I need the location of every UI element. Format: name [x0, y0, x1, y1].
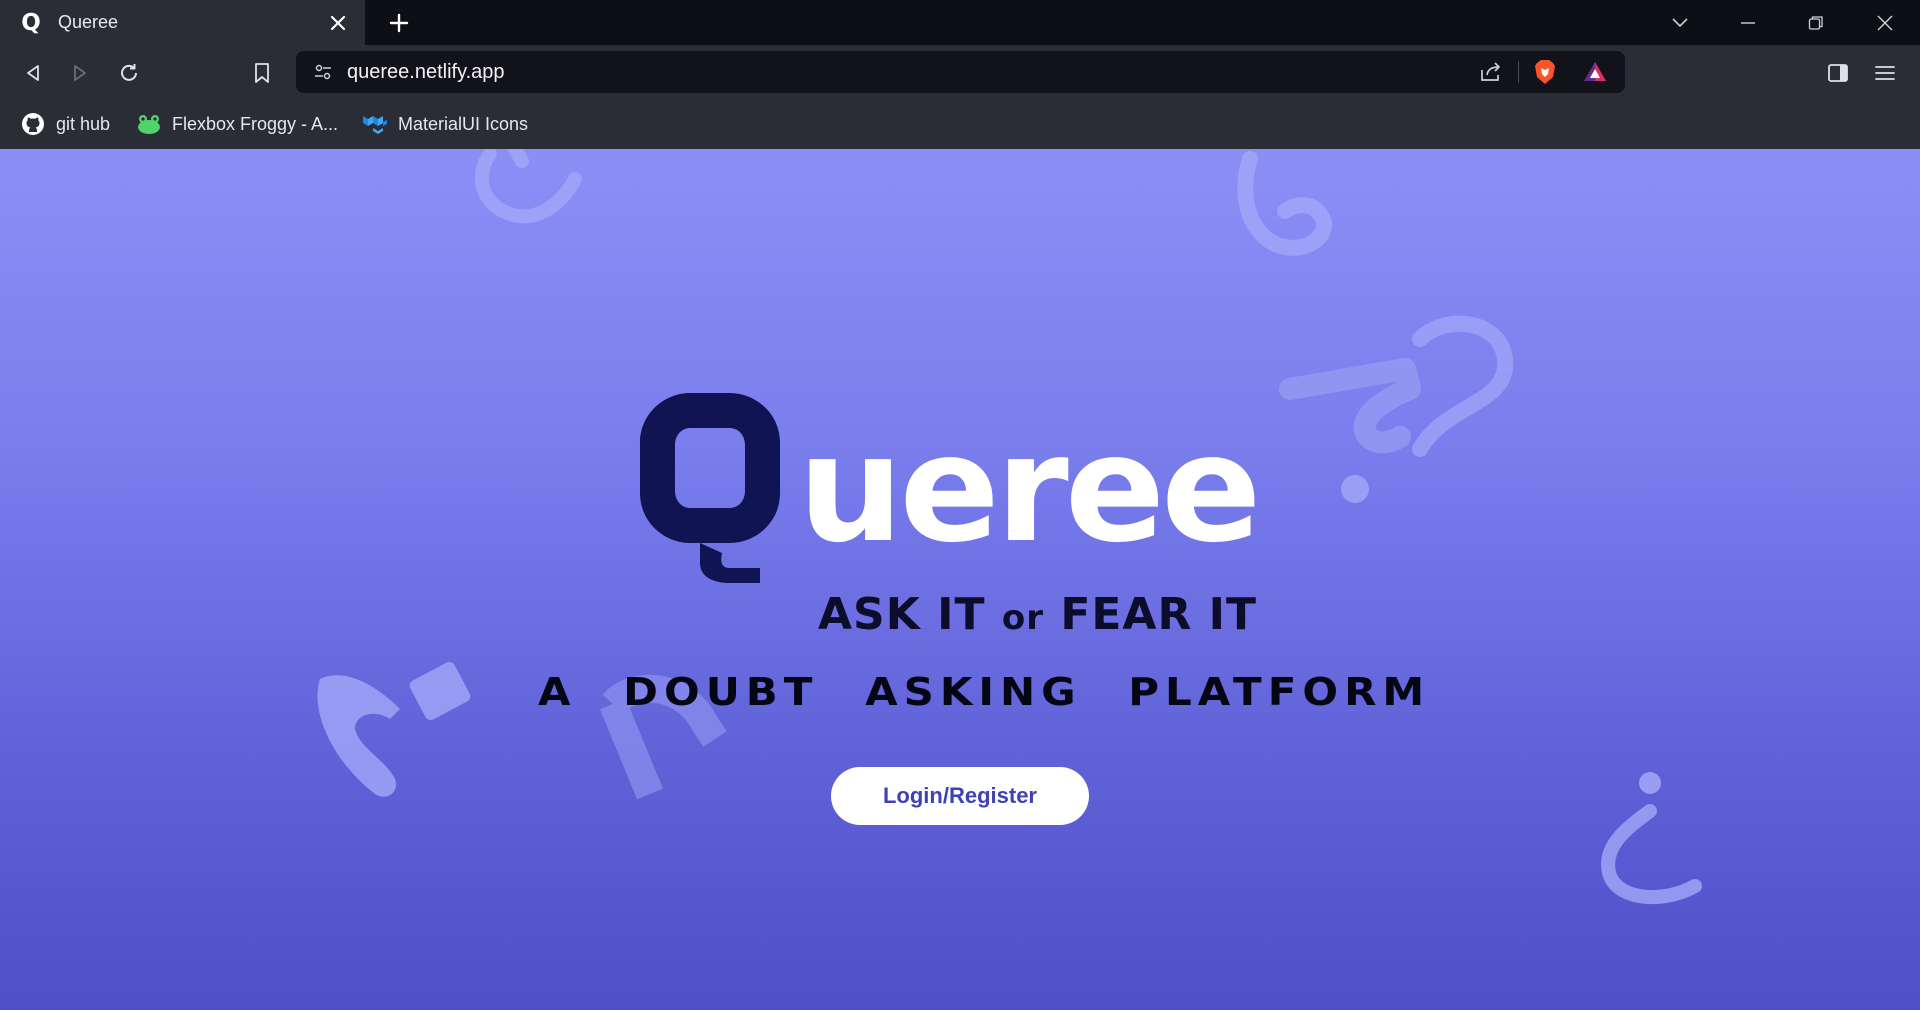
close-window-button[interactable]	[1868, 6, 1902, 40]
landing-page: ueree ASK IT or FEAR IT A DOUBT ASKING P…	[0, 149, 1920, 1010]
bookmark-materialui-icons[interactable]: MaterialUI Icons	[362, 108, 528, 140]
decorative-question-mark-icon	[1237, 151, 1332, 256]
reload-button[interactable]	[112, 56, 146, 90]
bookmarks-bar: git hub Flexbox Froggy - A... MaterialUI…	[0, 100, 1920, 149]
bookmark-github[interactable]: git hub	[20, 108, 110, 140]
tab-close-icon[interactable]	[323, 8, 353, 38]
tab-search-button[interactable]	[1663, 6, 1697, 40]
sidebar-icon	[1828, 64, 1848, 82]
tab-title: Queree	[58, 12, 119, 32]
logo-rest-text: ueree	[798, 403, 1257, 575]
tagline-part-1: ASK IT	[818, 589, 1002, 640]
bookmark-label: MaterialUI Icons	[398, 113, 529, 134]
forward-button[interactable]	[63, 56, 97, 90]
decorative-inverted-question-mark-icon	[1601, 772, 1702, 905]
back-arrow-icon	[27, 65, 39, 81]
platform-subtitle: A DOUBT ASKING PLATFORM	[538, 668, 1431, 715]
brave-rewards-icon[interactable]	[1578, 55, 1612, 89]
bookmark-icon	[255, 63, 269, 83]
logo-q-letter	[640, 393, 780, 583]
bookmark-label: Flexbox Froggy - A...	[172, 113, 339, 134]
url-text[interactable]: queree.netlify.app	[347, 51, 505, 93]
minimize-button[interactable]	[1731, 6, 1765, 40]
github-icon	[20, 111, 46, 137]
reload-icon	[121, 64, 137, 81]
tagline: ASK IT or FEAR IT	[818, 589, 1257, 640]
tagline-part-2: FEAR IT	[1044, 589, 1258, 640]
plus-icon	[389, 13, 409, 33]
bookmark-page-button[interactable]	[245, 56, 279, 90]
brave-shields-icon[interactable]	[1528, 55, 1562, 89]
tab-strip: Q Queree	[0, 0, 1920, 45]
browser-toolbar: queree.netlify.app	[0, 45, 1920, 100]
close-icon	[1877, 15, 1893, 31]
new-tab-button[interactable]	[383, 7, 415, 39]
address-bar[interactable]: queree.netlify.app	[296, 51, 1625, 93]
login-register-button[interactable]: Login/Register	[831, 767, 1089, 825]
queree-logo: ueree	[640, 393, 1261, 583]
forward-arrow-icon	[74, 65, 86, 81]
tab-favicon: Q	[21, 9, 41, 36]
mui-icon	[362, 111, 388, 137]
share-icon[interactable]	[1474, 55, 1508, 89]
hamburger-menu-icon	[1875, 66, 1895, 80]
sidebar-toggle-button[interactable]	[1821, 56, 1855, 90]
browser-tab-active[interactable]: Q Queree	[0, 0, 365, 45]
decorative-question-mark-icon	[474, 149, 582, 224]
site-settings-icon[interactable]	[306, 55, 340, 89]
frog-icon	[136, 111, 162, 137]
decorative-question-mark-icon	[1279, 315, 1514, 503]
bookmark-label: git hub	[56, 113, 111, 134]
back-button[interactable]	[16, 56, 50, 90]
main-menu-button[interactable]	[1868, 56, 1902, 90]
tagline-or: or	[1001, 598, 1044, 638]
restore-icon	[1808, 16, 1823, 30]
decorative-question-mark-icon	[317, 661, 471, 797]
urlbar-separator	[1518, 61, 1519, 83]
bookmark-flexbox-froggy[interactable]: Flexbox Froggy - A...	[136, 108, 338, 140]
minimize-icon	[1741, 22, 1755, 24]
restore-button[interactable]	[1799, 6, 1833, 40]
chevron-down-icon	[1672, 18, 1688, 28]
